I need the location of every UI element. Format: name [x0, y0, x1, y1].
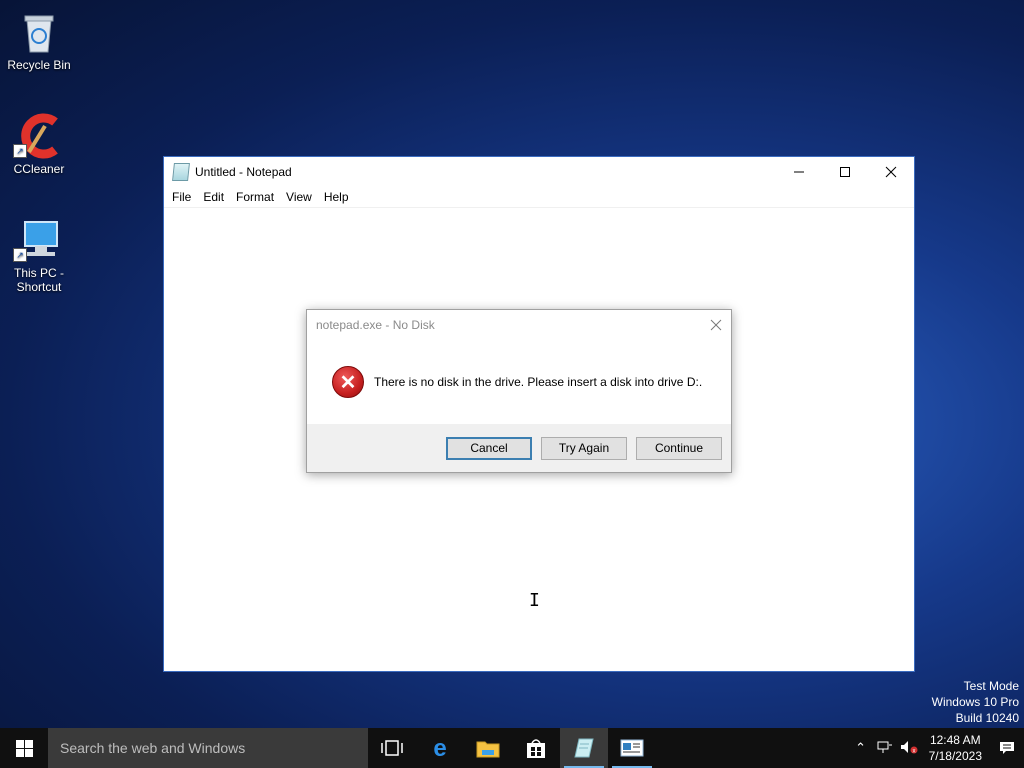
- close-button[interactable]: [868, 157, 914, 187]
- minimize-button[interactable]: [776, 157, 822, 187]
- window-title: Untitled - Notepad: [195, 165, 292, 179]
- taskbar: Search the web and Windows e ⌃ x 12:48 A…: [0, 728, 1024, 768]
- volume-muted-icon[interactable]: x: [897, 740, 921, 757]
- show-hidden-icons-chevron-up-icon[interactable]: ⌃: [849, 740, 873, 756]
- shortcut-arrow-icon: ↗: [13, 144, 27, 158]
- system-tray: ⌃ x 12:48 AM 7/18/2023: [849, 728, 1024, 768]
- clock-date: 7/18/2023: [928, 749, 982, 763]
- ccleaner-icon: ↗: [13, 112, 63, 160]
- cancel-button[interactable]: Cancel: [446, 436, 532, 460]
- clock[interactable]: 12:48 AM 7/18/2023: [921, 732, 990, 764]
- folder-icon: [476, 741, 500, 758]
- menu-bar: File Edit Format View Help: [164, 187, 914, 208]
- maximize-button[interactable]: [822, 157, 868, 187]
- text-cursor-icon: I: [529, 590, 540, 611]
- taskbar-store[interactable]: [512, 728, 560, 768]
- dialog-close-button[interactable]: [701, 310, 731, 340]
- notepad-icon: [574, 738, 594, 758]
- menu-file[interactable]: File: [166, 190, 197, 204]
- close-icon: [885, 166, 897, 178]
- start-button[interactable]: [0, 728, 48, 768]
- desktop-icon-ccleaner[interactable]: ↗ CCleaner: [4, 112, 74, 176]
- menu-format[interactable]: Format: [230, 190, 280, 204]
- dialog-footer: Cancel Try Again Continue: [307, 424, 731, 472]
- menu-view[interactable]: View: [280, 190, 318, 204]
- close-icon: [710, 319, 722, 331]
- windows-logo-icon: [15, 739, 33, 757]
- recycle-bin-icon: [15, 8, 63, 56]
- taskbar-app-window[interactable]: [608, 728, 656, 768]
- search-box[interactable]: Search the web and Windows: [48, 728, 368, 768]
- notepad-icon: [172, 163, 190, 181]
- taskbar-notepad[interactable]: [560, 728, 608, 768]
- watermark-line: Windows 10 Pro: [931, 695, 1019, 709]
- watermark-line: Test Mode: [963, 679, 1019, 693]
- desktop-icon-recycle-bin[interactable]: Recycle Bin: [4, 8, 74, 72]
- svg-text:e: e: [433, 736, 446, 760]
- store-icon: [527, 739, 545, 758]
- maximize-icon: [840, 167, 850, 177]
- test-mode-watermark: Test Mode Windows 10 Pro Build 10240: [932, 678, 1019, 726]
- error-icon: ✕: [332, 366, 364, 398]
- network-icon[interactable]: [873, 740, 897, 757]
- shortcut-arrow-icon: ↗: [13, 248, 27, 262]
- task-view-icon: [381, 740, 403, 756]
- desktop-icon-this-pc[interactable]: ↗ This PC - Shortcut: [4, 216, 74, 294]
- dialog-body: ✕ There is no disk in the drive. Please …: [307, 340, 731, 424]
- continue-button[interactable]: Continue: [636, 436, 722, 460]
- task-view-button[interactable]: [368, 728, 416, 768]
- edge-icon: e: [433, 736, 446, 760]
- desktop-icon-label: CCleaner: [13, 162, 65, 176]
- no-disk-dialog: notepad.exe - No Disk ✕ There is no disk…: [306, 309, 732, 473]
- dialog-title: notepad.exe - No Disk: [316, 318, 435, 332]
- minimize-icon: [794, 171, 804, 173]
- computer-icon: ↗: [13, 216, 63, 264]
- dialog-message: There is no disk in the drive. Please in…: [374, 375, 703, 389]
- dialog-titlebar[interactable]: notepad.exe - No Disk: [307, 310, 731, 340]
- window-app-icon: [620, 739, 644, 757]
- menu-help[interactable]: Help: [318, 190, 355, 204]
- desktop-icon-label: This PC - Shortcut: [13, 266, 64, 294]
- svg-text:x: x: [912, 748, 915, 754]
- desktop-icon-label: Recycle Bin: [7, 58, 71, 72]
- action-center-button[interactable]: [990, 728, 1024, 768]
- notification-icon: [1000, 742, 1014, 754]
- menu-edit[interactable]: Edit: [197, 190, 230, 204]
- try-again-button[interactable]: Try Again: [541, 436, 627, 460]
- taskbar-edge[interactable]: e: [416, 728, 464, 768]
- clock-time: 12:48 AM: [929, 733, 981, 747]
- taskbar-file-explorer[interactable]: [464, 728, 512, 768]
- notepad-titlebar[interactable]: Untitled - Notepad: [164, 157, 914, 187]
- watermark-line: Build 10240: [955, 711, 1019, 725]
